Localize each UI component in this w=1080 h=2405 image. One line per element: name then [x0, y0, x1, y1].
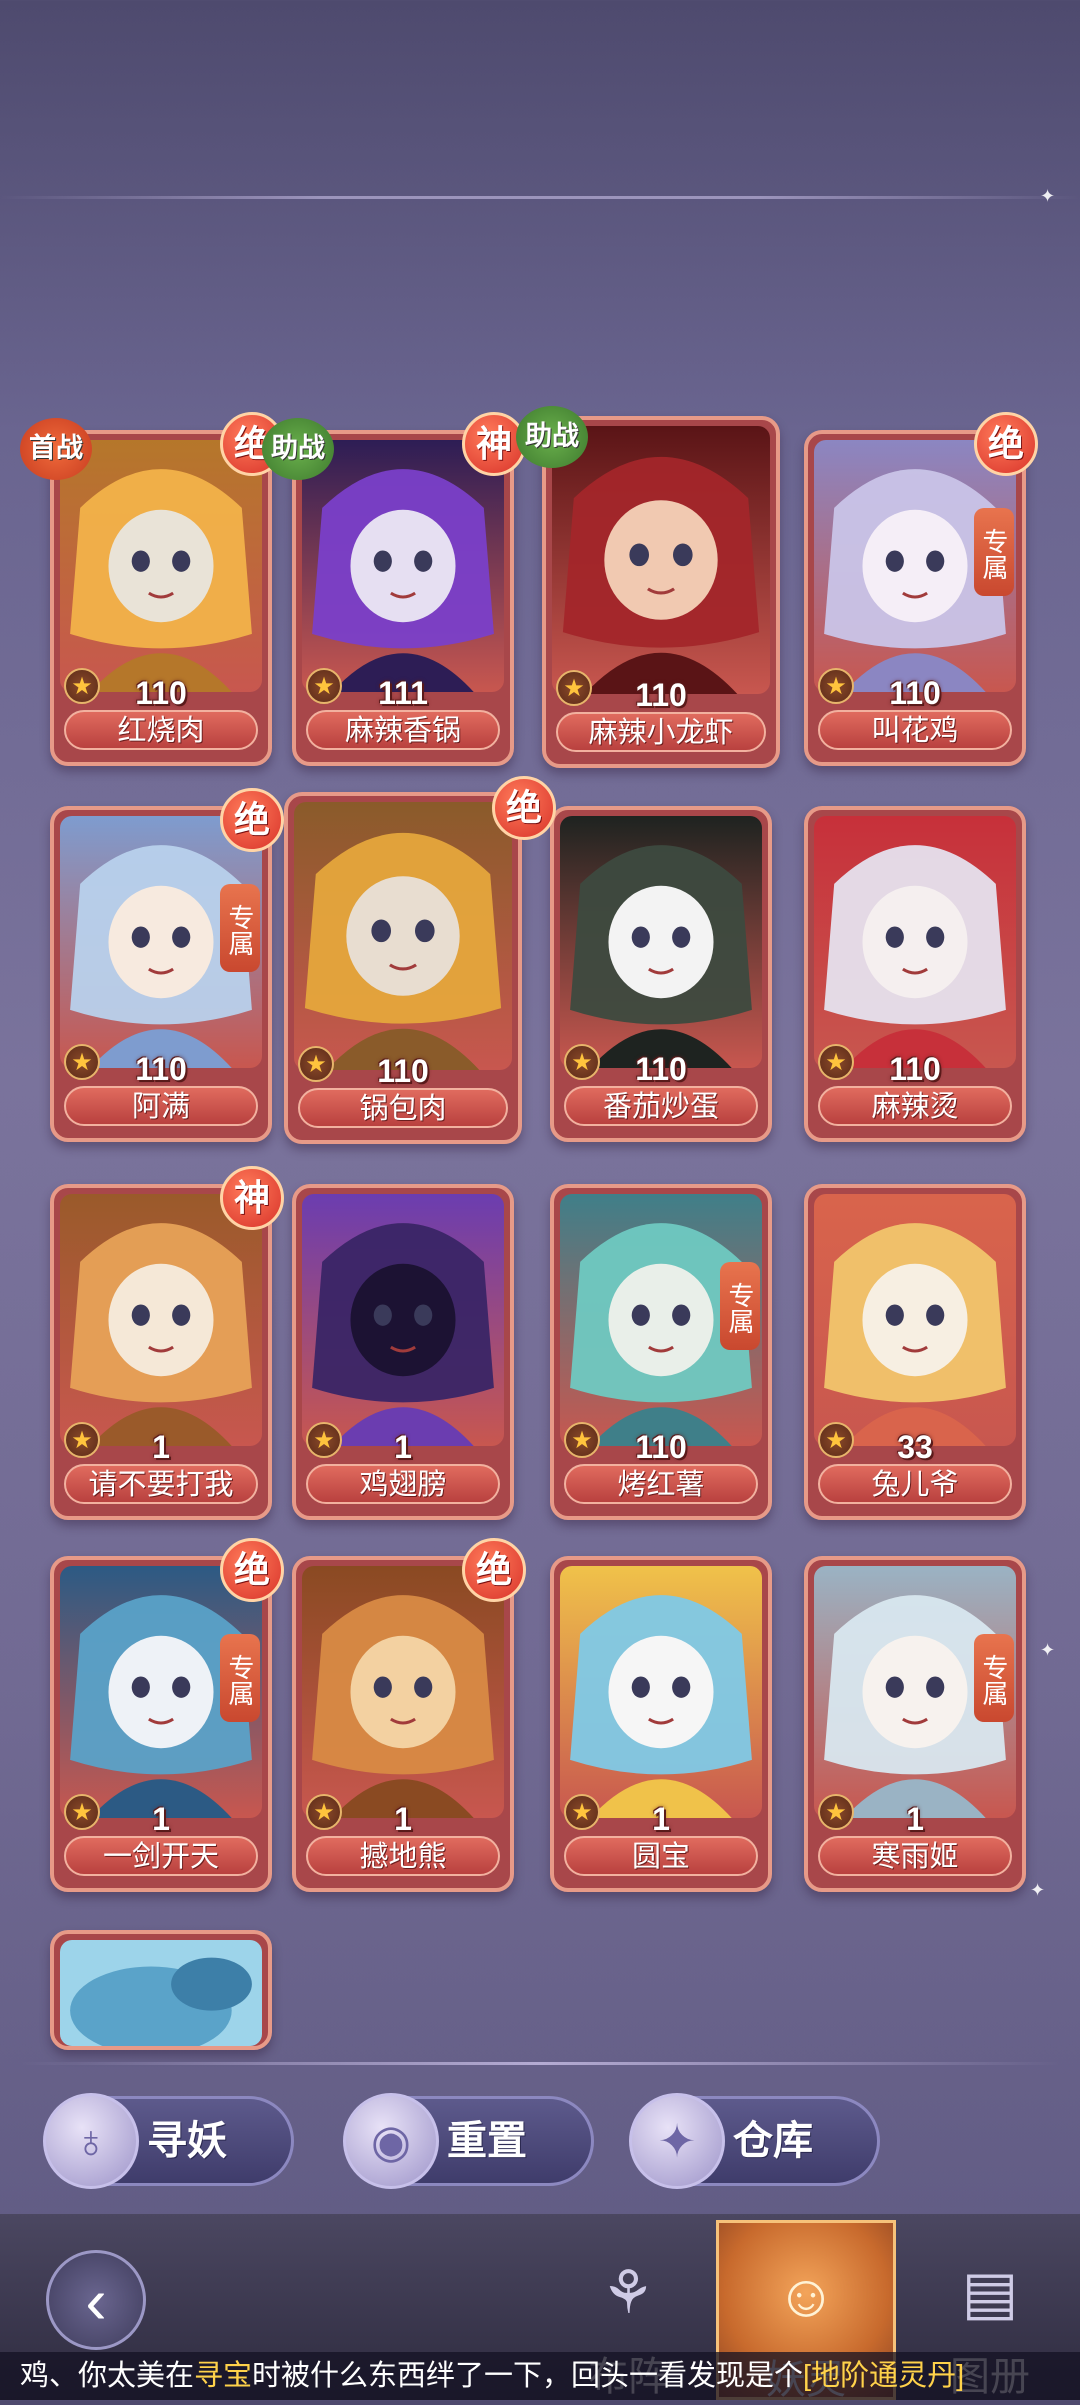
- hero-card[interactable]: ★ 1 圆宝: [550, 1556, 772, 1892]
- reset-swirl-icon: ◉: [343, 2093, 439, 2189]
- hero-card[interactable]: ★ 110 红烧肉: [50, 430, 272, 766]
- action-button[interactable]: ◉ 重置: [343, 2093, 594, 2189]
- button-label: 重置: [447, 2119, 527, 2163]
- sparkle-icon: ✦: [1040, 186, 1056, 206]
- sparkle-icon: ✦: [1030, 1880, 1046, 1900]
- hero-name: 番茄炒蛋: [564, 1086, 758, 1126]
- ticker-text: 时被什么东西绊了一下，回头一看发现是个: [252, 2360, 804, 2392]
- hero-card[interactable]: ★ 110 番茄炒蛋: [550, 806, 772, 1142]
- hero-name: 阿满: [64, 1086, 258, 1126]
- hero-level: 110: [635, 677, 687, 713]
- hero-name: 麻辣烫: [818, 1086, 1012, 1126]
- hero-level: 1: [394, 1801, 412, 1837]
- top-divider: [0, 196, 1080, 199]
- rarity-badge: 绝: [220, 1538, 284, 1602]
- hero-level: 1: [152, 1429, 170, 1465]
- hero-portrait: [814, 816, 1016, 1068]
- hero-portrait: [552, 426, 770, 694]
- hero-card[interactable]: ★ 110 麻辣小龙虾: [542, 416, 780, 768]
- action-button[interactable]: ✦ 仓库: [629, 2093, 880, 2189]
- hero-name: 红烧肉: [64, 710, 258, 750]
- spirit-cat-icon: ☺: [775, 2262, 837, 2329]
- hero-portrait: [60, 1940, 262, 2046]
- hero-level: 1: [152, 1801, 170, 1837]
- exclusive-tag: 专属: [220, 1634, 260, 1722]
- hero-level: 110: [889, 1051, 941, 1087]
- hero-name: 鸡翅膀: [306, 1464, 500, 1504]
- button-label: 寻妖: [147, 2119, 227, 2163]
- hero-card[interactable]: ★ 110 烤红薯 专属: [550, 1184, 772, 1520]
- hero-level: 110: [135, 1051, 187, 1087]
- back-arrow-icon: ‹: [85, 2265, 107, 2337]
- hero-portrait: [302, 1566, 504, 1818]
- ticker-highlight: 寻宝: [194, 2360, 253, 2392]
- hero-level: 1: [906, 1801, 924, 1837]
- hero-card[interactable]: ★ 1 一剑开天 专属: [50, 1556, 272, 1892]
- battle-tag: 首战: [20, 418, 92, 480]
- hero-card[interactable]: ★ 110 麻辣烫: [804, 806, 1026, 1142]
- hero-card[interactable]: ★ 33 兔儿爷: [804, 1184, 1026, 1520]
- hero-portrait: [302, 440, 504, 692]
- sparkle-icon: ✦: [1040, 1640, 1056, 1660]
- hero-level: 33: [897, 1429, 933, 1465]
- formation-icon: ⚘: [601, 2259, 655, 2326]
- hero-portrait: [560, 816, 762, 1068]
- hero-portrait: [560, 1566, 762, 1818]
- rarity-badge: 神: [220, 1166, 284, 1230]
- hero-name: 撼地熊: [306, 1836, 500, 1876]
- hero-name: 兔儿爷: [818, 1464, 1012, 1504]
- hero-level: 111: [378, 675, 428, 711]
- hero-name: 一剑开天: [64, 1836, 258, 1876]
- hero-portrait: [814, 1194, 1016, 1446]
- hero-level: 110: [377, 1053, 429, 1089]
- hero-name: 圆宝: [564, 1836, 758, 1876]
- hero-level: 110: [889, 675, 941, 711]
- action-button[interactable]: ♁ 寻妖: [43, 2093, 294, 2189]
- hero-card[interactable]: ★ 110 锅包肉: [284, 792, 522, 1144]
- hero-card-partial[interactable]: [50, 1930, 272, 2050]
- back-button[interactable]: ‹: [46, 2250, 146, 2350]
- bag-icon: ✦: [629, 2093, 725, 2189]
- exclusive-tag: 专属: [974, 1634, 1014, 1722]
- rarity-badge: 绝: [462, 1538, 526, 1602]
- rarity-badge: 绝: [492, 776, 556, 840]
- hero-portrait: [302, 1194, 504, 1446]
- hero-level: 110: [635, 1429, 687, 1465]
- gourd-icon: ♁: [43, 2093, 139, 2189]
- hero-level: 110: [635, 1051, 687, 1087]
- ticker-text: 鸡、你太美在: [20, 2360, 195, 2392]
- hero-portrait: [60, 440, 262, 692]
- hero-name: 寒雨姬: [818, 1836, 1012, 1876]
- rarity-badge: 绝: [220, 788, 284, 852]
- hero-name: 叫花鸡: [818, 710, 1012, 750]
- hero-card[interactable]: ★ 1 寒雨姬 专属: [804, 1556, 1026, 1892]
- exclusive-tag: 专属: [720, 1262, 760, 1350]
- button-label: 仓库: [733, 2119, 813, 2163]
- hero-level: 1: [652, 1801, 670, 1837]
- hero-name: 麻辣香锅: [306, 710, 500, 750]
- hero-card[interactable]: ★ 1 请不要打我: [50, 1184, 272, 1520]
- book-icon: ▤: [961, 2259, 1019, 2326]
- hero-card[interactable]: ★ 110 叫花鸡 专属: [804, 430, 1026, 766]
- rarity-badge: 绝: [974, 412, 1038, 476]
- hero-portrait: [294, 802, 512, 1070]
- hero-card[interactable]: ★ 110 阿满 专属: [50, 806, 272, 1142]
- exclusive-tag: 专属: [220, 884, 260, 972]
- hero-portrait: [60, 1194, 262, 1446]
- grid-divider: [20, 2062, 1060, 2065]
- hero-card[interactable]: ★ 1 撼地熊: [292, 1556, 514, 1892]
- news-ticker: 鸡、你太美在寻宝时被什么东西绊了一下，回头一看发现是个[地阶通灵丹]: [0, 2352, 1080, 2400]
- ticker-item: [地阶通灵丹]: [803, 2360, 965, 2392]
- hero-level: 110: [135, 675, 187, 711]
- hero-name: 麻辣小龙虾: [556, 712, 766, 752]
- hero-card[interactable]: ★ 111 麻辣香锅: [292, 430, 514, 766]
- hero-level: 1: [394, 1429, 412, 1465]
- hero-card[interactable]: ★ 1 鸡翅膀: [292, 1184, 514, 1520]
- hero-name: 锅包肉: [298, 1088, 508, 1128]
- battle-tag: 助战: [262, 418, 334, 480]
- exclusive-tag: 专属: [974, 508, 1014, 596]
- hero-name: 烤红薯: [564, 1464, 758, 1504]
- battle-tag: 助战: [516, 406, 588, 468]
- hero-name: 请不要打我: [64, 1464, 258, 1504]
